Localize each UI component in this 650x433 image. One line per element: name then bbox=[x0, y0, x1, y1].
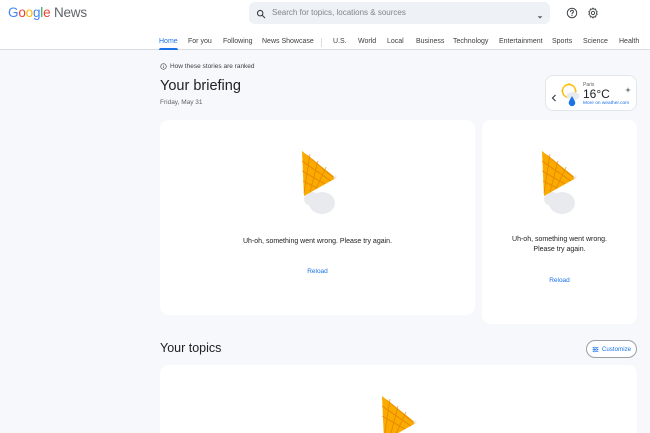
tune-icon bbox=[592, 346, 599, 352]
tab-local[interactable]: Local bbox=[387, 38, 404, 45]
info-icon bbox=[160, 63, 167, 70]
reload-button[interactable]: Reload bbox=[160, 268, 475, 275]
section-title-topics: Your topics bbox=[160, 341, 222, 355]
tab-entertainment[interactable]: Entertainment bbox=[499, 38, 543, 45]
briefing-date: Friday, May 31 bbox=[160, 99, 203, 106]
broken-cone-icon bbox=[538, 147, 580, 222]
active-tab-indicator bbox=[159, 48, 178, 50]
error-message: Uh-oh, something went wrong. Please try … bbox=[482, 235, 637, 255]
tab-for-you[interactable]: For you bbox=[188, 38, 212, 45]
tab-sports[interactable]: Sports bbox=[552, 38, 572, 45]
tab-science[interactable]: Science bbox=[583, 38, 608, 45]
section-tabs: Home For you Following News Showcase U.S… bbox=[0, 0, 650, 50]
tab-business[interactable]: Business bbox=[416, 38, 444, 45]
weather-widget[interactable]: Paris 16°C More on weather.com bbox=[545, 75, 637, 111]
tab-divider bbox=[321, 38, 322, 47]
briefing-card-main: Uh-oh, something went wrong. Please try … bbox=[160, 120, 475, 315]
ranking-info-label: How these stories are ranked bbox=[170, 63, 255, 70]
customize-button[interactable]: Customize bbox=[586, 340, 637, 358]
tab-news-showcase[interactable]: News Showcase bbox=[262, 38, 314, 45]
error-line: Uh-oh, something went wrong. bbox=[512, 236, 607, 243]
sparkle-icon bbox=[625, 80, 631, 98]
ranking-info-link[interactable]: How these stories are ranked bbox=[160, 63, 255, 70]
chevron-left-icon[interactable] bbox=[551, 89, 557, 107]
weather-more-link[interactable]: More on weather.com bbox=[583, 101, 629, 106]
tab-technology[interactable]: Technology bbox=[453, 38, 488, 45]
page-title: Your briefing bbox=[160, 78, 241, 94]
tab-health[interactable]: Health bbox=[619, 38, 639, 45]
broken-cone-icon bbox=[298, 147, 340, 222]
tab-us[interactable]: U.S. bbox=[333, 38, 347, 45]
partly-cloudy-rain-icon bbox=[560, 82, 582, 113]
broken-cone-icon bbox=[378, 392, 420, 433]
topics-card bbox=[160, 365, 637, 433]
tab-world[interactable]: World bbox=[358, 38, 376, 45]
error-message: Uh-oh, something went wrong. Please try … bbox=[242, 238, 393, 245]
weather-temperature: 16°C bbox=[583, 87, 610, 101]
tab-following[interactable]: Following bbox=[223, 38, 253, 45]
briefing-card-side: Uh-oh, something went wrong. Please try … bbox=[482, 120, 637, 324]
error-line: Please try again. bbox=[533, 246, 586, 253]
customize-label: Customize bbox=[601, 345, 632, 353]
reload-button[interactable]: Reload bbox=[482, 277, 637, 284]
tab-home[interactable]: Home bbox=[159, 38, 178, 45]
top-bar: Google News Search for topics, locations… bbox=[0, 0, 650, 50]
